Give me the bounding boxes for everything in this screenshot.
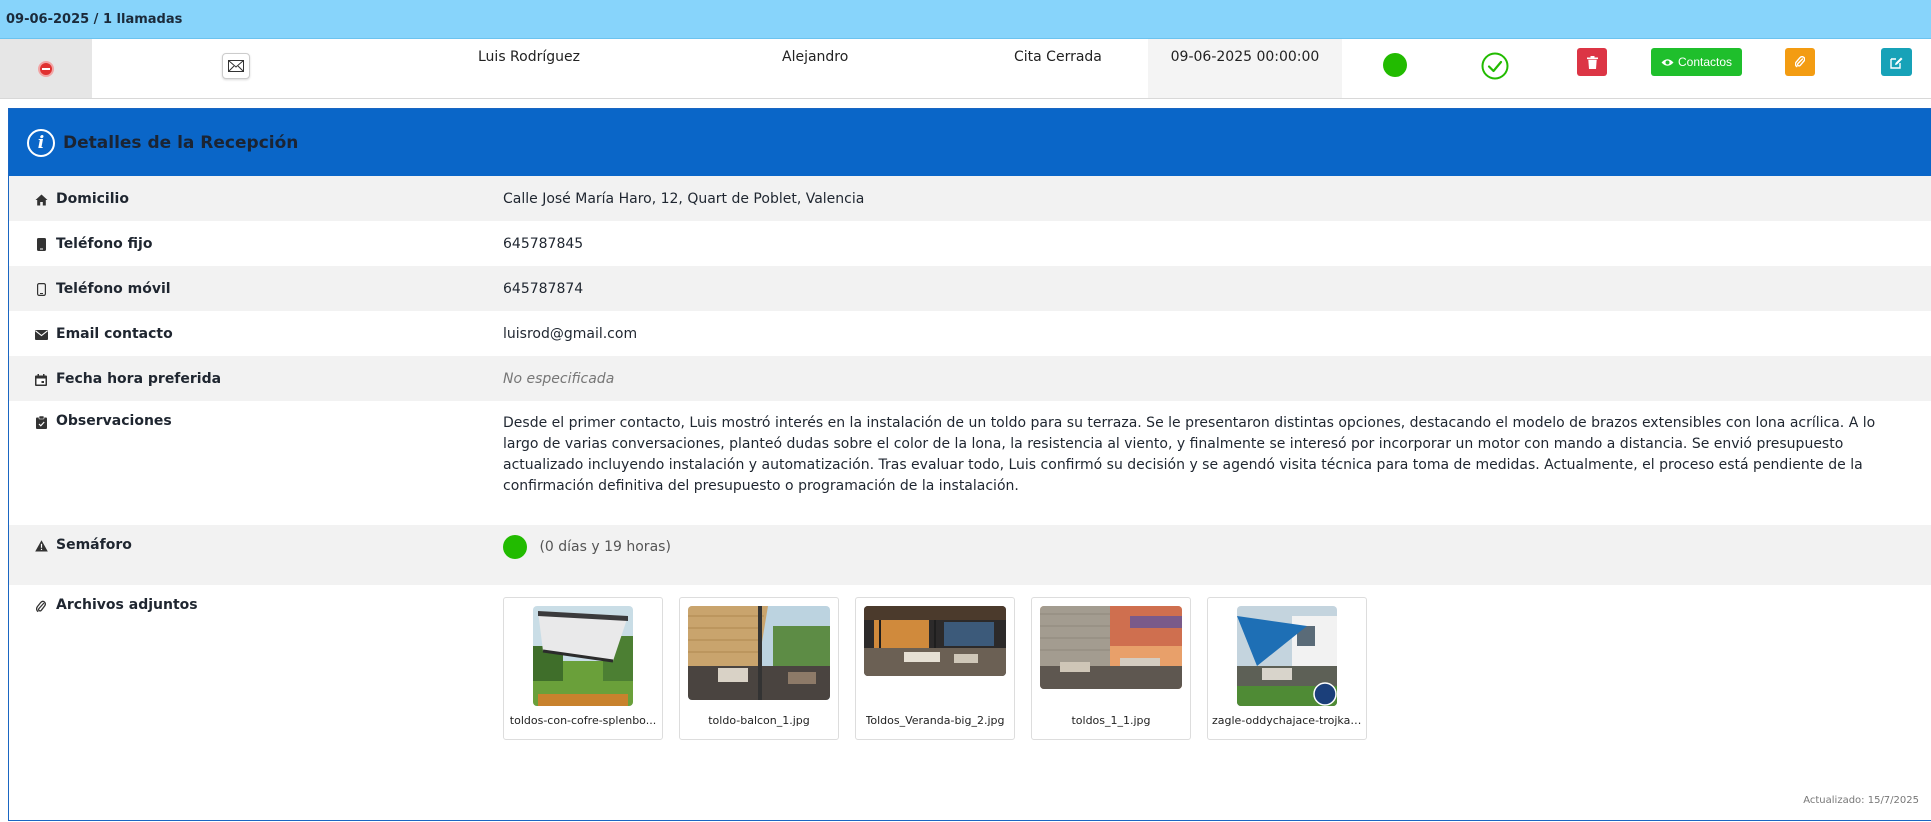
attach-button[interactable] — [1785, 48, 1815, 76]
info-icon: i — [27, 128, 55, 157]
address-value: Calle José María Haro, 12, Quart de Pobl… — [503, 190, 865, 207]
attachment-filename[interactable]: Toldos_Veranda-big_2.jpg — [866, 714, 1005, 727]
send-email-button[interactable] — [222, 53, 250, 79]
attachment-thumbnail[interactable] — [864, 606, 1006, 676]
detail-row-traffic-light: Semáforo (0 días y 19 horas) — [9, 525, 1931, 585]
calendar-icon — [34, 373, 48, 387]
attachment-filename[interactable]: toldos_1_1.jpg — [1071, 714, 1150, 727]
attachment-thumbnail[interactable] — [688, 606, 830, 700]
clipboard-icon — [34, 415, 48, 429]
contacts-button-label: Contactos — [1677, 55, 1733, 69]
detail-label: Archivos adjuntos — [56, 597, 198, 613]
detail-row-email: Email contacto luisrod@gmail.com — [9, 311, 1931, 356]
panel-header: i Detalles de la Recepción — [9, 109, 1931, 176]
attachment-card[interactable]: toldos_1_1.jpg — [1031, 597, 1191, 740]
eye-icon — [1661, 58, 1674, 66]
attachments-list: toldos-con-cofre-splenbo... toldo-balcon… — [503, 597, 1931, 740]
home-icon — [34, 193, 48, 207]
edit-button[interactable] — [1881, 48, 1912, 76]
collapse-cell — [0, 39, 92, 98]
contacts-button[interactable]: Contactos — [1651, 48, 1742, 76]
call-status: Cita Cerrada — [1014, 49, 1102, 65]
attachment-filename[interactable]: toldos-con-cofre-splenbo... — [510, 714, 656, 727]
detail-row-observations: Observaciones Desde el primer contacto, … — [9, 401, 1931, 525]
detail-row-mobile: Teléfono móvil 645787874 — [9, 266, 1931, 311]
attachment-card[interactable]: toldos-con-cofre-splenbo... — [503, 597, 663, 740]
paperclip-icon — [34, 599, 48, 613]
warning-icon — [34, 539, 48, 553]
attachment-card[interactable]: zagle-oddychajace-trojkat... — [1207, 597, 1367, 740]
email-value: luisrod@gmail.com — [503, 325, 638, 342]
detail-label: Domicilio — [56, 190, 129, 207]
check-circle-icon[interactable] — [1481, 52, 1509, 80]
detail-label: Fecha hora preferida — [56, 370, 222, 387]
collapse-icon[interactable] — [38, 60, 54, 77]
attachment-card[interactable]: toldo-balcon_1.jpg — [679, 597, 839, 740]
attachment-filename[interactable]: toldo-balcon_1.jpg — [708, 714, 810, 727]
attachment-thumbnail[interactable] — [1040, 606, 1182, 689]
phone-icon — [34, 238, 48, 252]
agent-name: Alejandro — [782, 49, 849, 65]
landline-value: 645787845 — [503, 235, 584, 252]
detail-label: Observaciones — [56, 413, 172, 429]
detail-row-landline: Teléfono fijo 645787845 — [9, 221, 1931, 266]
detail-label: Semáforo — [56, 537, 132, 553]
call-summary-row: Luis Rodríguez Alejandro Cita Cerrada 09… — [0, 39, 1931, 99]
detail-row-preferred-date: Fecha hora preferida No especificada — [9, 356, 1931, 401]
edit-icon — [1890, 57, 1903, 69]
traffic-light-time: (0 días y 19 horas) — [539, 539, 671, 555]
reception-details-panel: i Detalles de la Recepción Domicilio Cal… — [8, 108, 1931, 821]
detail-row-address: Domicilio Calle José María Haro, 12, Qua… — [9, 176, 1931, 221]
call-datetime: 09-06-2025 00:00:00 — [1170, 49, 1320, 65]
detail-label: Teléfono fijo — [56, 235, 153, 252]
mobile-icon — [34, 283, 48, 297]
client-name: Luis Rodríguez — [478, 49, 580, 65]
preferred-date-value: No especificada — [503, 370, 615, 387]
attachment-filename[interactable]: zagle-oddychajace-trojkat... — [1212, 714, 1362, 727]
last-updated: Actualizado: 15/7/2025 — [1803, 795, 1919, 806]
mobile-value: 645787874 — [503, 280, 584, 297]
traffic-light-green-dot — [503, 535, 527, 559]
date-cell — [1148, 39, 1342, 98]
group-header-title: 09-06-2025 / 1 llamadas — [6, 11, 183, 27]
detail-row-attachments: Archivos adjuntos toldos-con-cofre-splen… — [9, 585, 1931, 750]
delete-button[interactable] — [1577, 48, 1607, 76]
observations-value: Desde el primer contacto, Luis mostró in… — [503, 415, 1876, 494]
attachment-card[interactable]: Toldos_Veranda-big_2.jpg — [855, 597, 1015, 740]
envelope-icon — [228, 60, 244, 72]
detail-label: Email contacto — [56, 325, 173, 342]
trash-icon — [1586, 55, 1598, 69]
envelope-icon — [34, 328, 48, 342]
paperclip-icon — [1795, 56, 1805, 68]
attachment-thumbnail[interactable] — [1237, 606, 1337, 706]
detail-label: Teléfono móvil — [56, 280, 171, 297]
status-indicator-dot — [1383, 53, 1407, 77]
panel-title: Detalles de la Recepción — [63, 132, 299, 153]
attachment-thumbnail[interactable] — [533, 606, 633, 706]
group-header: 09-06-2025 / 1 llamadas — [0, 0, 1931, 39]
